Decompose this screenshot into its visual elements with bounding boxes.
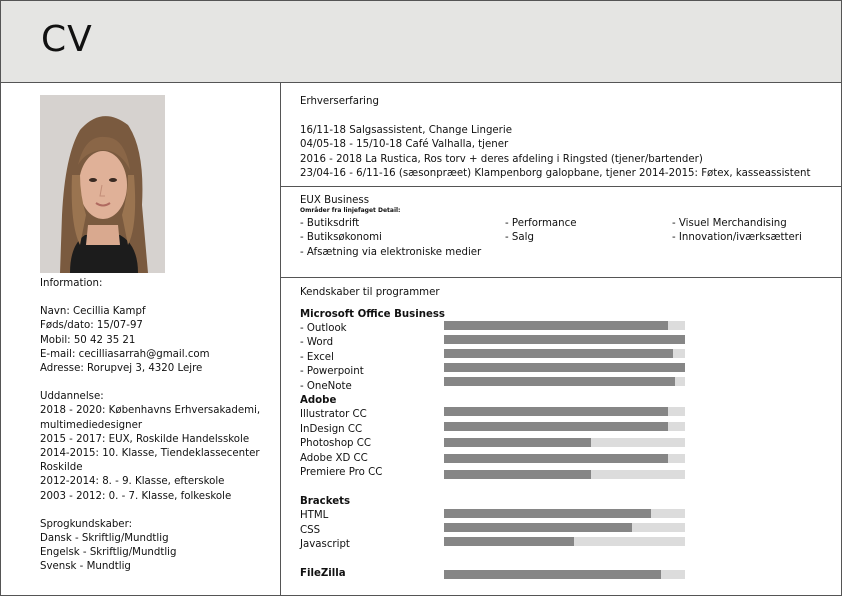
- eux-subtitle: Områder fra linjefaget Detail:: [300, 207, 401, 214]
- education-line: Roskilde: [40, 462, 83, 474]
- skill-bar: [444, 349, 685, 358]
- skill-bar-fill: [444, 422, 669, 431]
- skill-bar: [444, 537, 685, 546]
- skills-title: Kendskaber til programmer: [300, 287, 440, 298]
- languages-heading: Sprogkundskaber:: [40, 518, 133, 530]
- skill-label: Photoshop CC: [300, 438, 371, 449]
- skill-bar: [444, 523, 685, 532]
- skill-bar: [444, 407, 685, 416]
- skill-group-heading: Brackets: [300, 496, 351, 507]
- skill-label: - Excel: [300, 352, 334, 363]
- eux-section: EUX Business Områder fra linjefaget Deta…: [300, 195, 830, 258]
- eux-item: - Butiksøkonomi: [300, 232, 382, 243]
- skill-label: CSS: [300, 525, 321, 536]
- education-line: 2018 - 2020: Københavns Erhversakademi,: [40, 405, 261, 417]
- skill-bar-fill: [444, 523, 632, 532]
- skill-bar-fill: [444, 363, 685, 372]
- skill-bar-fill: [444, 349, 673, 358]
- info-phone: Mobil: 50 42 35 21: [40, 334, 136, 346]
- eux-item: - Afsætning via elektroniske medier: [300, 247, 482, 258]
- language-line: Engelsk - Skriftlig/Mundtlig: [40, 547, 177, 559]
- skill-label: InDesign CC: [300, 424, 363, 435]
- skill-bar: [444, 570, 685, 579]
- eux-item: - Visuel Merchandising: [672, 218, 787, 229]
- eux-item: - Salg: [505, 232, 534, 243]
- skill-bar-fill: [444, 377, 676, 386]
- skill-bar: [444, 470, 685, 479]
- skill-bar: [444, 454, 685, 463]
- skill-group-heading: Adobe: [300, 395, 337, 406]
- skill-label: - Powerpoint: [300, 366, 364, 377]
- experience-section: Erhverserfaring 16/11-18 Salgsassistent,…: [300, 95, 830, 182]
- skill-bar-fill: [444, 509, 652, 518]
- skill-bar-fill: [444, 321, 669, 330]
- skill-group-heading: FileZilla: [300, 568, 346, 579]
- skill-bar: [444, 422, 685, 431]
- skill-bar-fill: [444, 407, 669, 416]
- skill-bar-fill: [444, 470, 591, 479]
- education-heading: Uddannelse:: [40, 391, 104, 403]
- skill-bar: [444, 377, 685, 386]
- skill-bar-fill: [444, 438, 591, 447]
- skill-label: Premiere Pro CC: [300, 467, 383, 478]
- personal-info: Information: Navn: Cecillia Kampf Føds/d…: [40, 277, 275, 575]
- info-heading: Information:: [40, 278, 103, 289]
- info-address: Adresse: Rorupvej 3, 4320 Lejre: [40, 363, 203, 375]
- skill-label: Adobe XD CC: [300, 453, 368, 464]
- education-line: 2003 - 2012: 0. - 7. Klasse, folkeskole: [40, 490, 232, 502]
- skill-label: Javascript: [300, 539, 350, 550]
- header: CV: [1, 1, 841, 83]
- experience-item: 2016 - 2018 La Rustica, Ros torv + deres…: [300, 153, 703, 165]
- skill-bar-fill: [444, 454, 669, 463]
- info-name: Navn: Cecillia Kampf: [40, 306, 146, 318]
- eux-item: - Butiksdrift: [300, 218, 360, 229]
- education-line: 2012-2014: 8. - 9. Klasse, efterskole: [40, 476, 225, 488]
- language-line: Svensk - Mundtlig: [40, 561, 131, 573]
- skill-label: Illustrator CC: [300, 409, 367, 420]
- info-birthdate: Føds/dato: 15/07-97: [40, 320, 143, 332]
- skill-bar: [444, 321, 685, 330]
- skill-bar: [444, 363, 685, 372]
- skill-label: - OneNote: [300, 381, 352, 392]
- experience-item: 16/11-18 Salgsassistent, Change Lingerie: [300, 124, 512, 136]
- skill-bar: [444, 438, 685, 447]
- education-line: 2015 - 2017: EUX, Roskilde Handelsskole: [40, 433, 250, 445]
- education-line: multimediedesigner: [40, 419, 143, 431]
- skill-bar-fill: [444, 335, 685, 344]
- page-title: CV: [41, 19, 93, 60]
- column-divider: [280, 83, 281, 595]
- skill-label: - Word: [300, 337, 334, 348]
- profile-photo: [40, 95, 165, 273]
- education-line: 2014-2015: 10. Klasse, Tiendeklassecente…: [40, 448, 260, 460]
- experience-title: Erhverserfaring: [300, 96, 379, 107]
- eux-item: - Performance: [505, 218, 577, 229]
- skill-bar: [444, 335, 685, 344]
- experience-item: 04/05-18 - 15/10-18 Café Valhalla, tjene…: [300, 139, 509, 150]
- eux-title: EUX Business: [300, 195, 370, 206]
- section-divider: [281, 277, 841, 278]
- language-line: Dansk - Skriftlig/Mundtlig: [40, 533, 169, 545]
- skill-label: HTML: [300, 510, 329, 521]
- experience-item: 23/04-16 - 6/11-16 (sæsonpræet) Klampenb…: [300, 168, 811, 179]
- skill-group-heading: Microsoft Office Business: [300, 309, 445, 320]
- info-email: E-mail: cecilliasarrah@gmail.com: [40, 348, 210, 360]
- skill-label: - Outlook: [300, 323, 347, 334]
- skill-bar: [444, 509, 685, 518]
- eux-item: - Innovation/iværksætteri: [672, 232, 802, 243]
- skill-bar-fill: [444, 537, 575, 546]
- section-divider: [281, 186, 841, 187]
- skill-bar-fill: [444, 570, 661, 579]
